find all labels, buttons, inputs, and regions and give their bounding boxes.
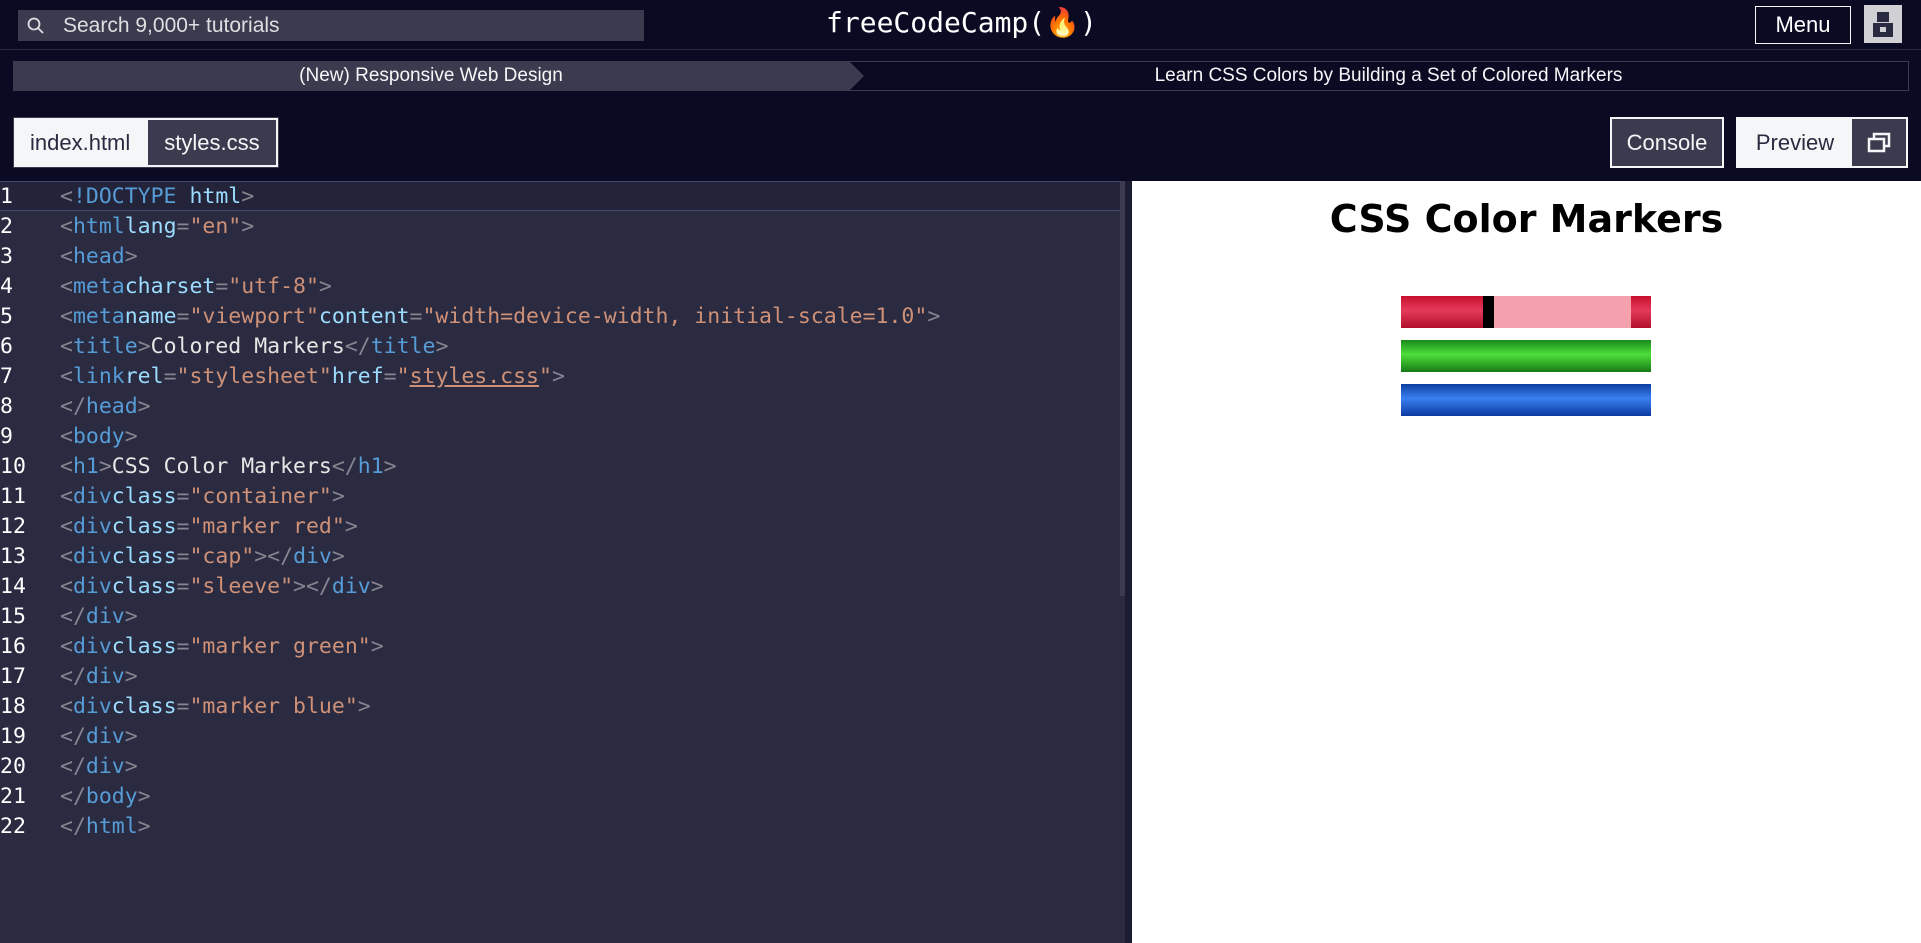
code-line[interactable]: 11 < div class = "container" > bbox=[0, 481, 1125, 511]
search-input[interactable] bbox=[63, 13, 623, 38]
marker-blue bbox=[1401, 384, 1651, 416]
tab-styles-css[interactable]: styles.css bbox=[146, 118, 278, 167]
marker-green bbox=[1401, 340, 1651, 372]
line-number: 7 bbox=[0, 363, 13, 389]
preview-pane: CSS Color Markers bbox=[1132, 181, 1921, 943]
user-avatar-icon bbox=[1873, 12, 1893, 37]
line-number: 18 bbox=[0, 693, 26, 719]
menu-button[interactable]: Menu bbox=[1755, 6, 1851, 44]
line-number: 20 bbox=[0, 753, 26, 779]
search-icon bbox=[27, 17, 44, 34]
marker-red bbox=[1401, 296, 1651, 328]
line-number: 19 bbox=[0, 723, 26, 749]
line-number: 2 bbox=[0, 213, 13, 239]
code-line[interactable]: 6 < title > Colored Markers </title > bbox=[0, 331, 1125, 361]
line-number: 10 bbox=[0, 453, 26, 479]
search-box[interactable] bbox=[18, 10, 644, 41]
marker-sleeve bbox=[1494, 296, 1631, 328]
pane-divider[interactable] bbox=[1125, 181, 1132, 943]
line-number: 5 bbox=[0, 303, 13, 329]
code-line[interactable]: 19 </div > bbox=[0, 721, 1125, 751]
code-line[interactable]: 13 < div class = "cap" ></div > bbox=[0, 541, 1125, 571]
marker-cap bbox=[1483, 296, 1494, 328]
line-number: 21 bbox=[0, 783, 26, 809]
breadcrumb: (New) Responsive Web Design Learn CSS Co… bbox=[13, 61, 1909, 91]
preview-controls: Preview bbox=[1736, 117, 1908, 168]
code-line[interactable]: 21 </body > bbox=[0, 781, 1125, 811]
line-number: 1 bbox=[0, 183, 13, 209]
line-number: 13 bbox=[0, 543, 26, 569]
code-line[interactable]: 14 < div class = "sleeve" ></div > bbox=[0, 571, 1125, 601]
code-line[interactable]: 4 < meta charset = "utf-8" > bbox=[0, 271, 1125, 301]
breadcrumb-project[interactable]: Learn CSS Colors by Building a Set of Co… bbox=[849, 61, 1909, 91]
line-number: 8 bbox=[0, 393, 13, 419]
preview-button[interactable]: Preview bbox=[1738, 119, 1852, 166]
preview-heading: CSS Color Markers bbox=[1329, 197, 1724, 241]
line-number: 6 bbox=[0, 333, 13, 359]
code-line[interactable]: 16 < div class = "marker green" > bbox=[0, 631, 1125, 661]
line-number: 11 bbox=[0, 483, 26, 509]
window-popout-icon bbox=[1867, 132, 1891, 152]
line-number: 17 bbox=[0, 663, 26, 689]
code-line[interactable]: 3 < head > bbox=[0, 241, 1125, 271]
line-number: 12 bbox=[0, 513, 26, 539]
code-line[interactable]: 17 </div > bbox=[0, 661, 1125, 691]
line-number: 14 bbox=[0, 573, 26, 599]
code-line[interactable]: 8 </head > bbox=[0, 391, 1125, 421]
code-line[interactable]: 2 < html lang = "en" > bbox=[0, 211, 1125, 241]
line-number: 9 bbox=[0, 423, 13, 449]
line-number: 16 bbox=[0, 633, 26, 659]
code-editor[interactable]: 1 < !DOCTYPE html > 2 < html lang = "en" > 3 < he… bbox=[0, 181, 1125, 943]
line-number: 15 bbox=[0, 603, 26, 629]
code-line[interactable]: 12 < div class = "marker red" > bbox=[0, 511, 1125, 541]
top-navbar: freeCodeCamp(🔥) Menu bbox=[0, 0, 1921, 50]
code-line[interactable]: 18 < div class = "marker blue" > bbox=[0, 691, 1125, 721]
code-line[interactable]: 22 </html > bbox=[0, 811, 1125, 841]
code-line[interactable]: 7 < link rel = "stylesheet" href = "styles.cs… bbox=[0, 361, 1125, 391]
tab-index-html[interactable]: index.html bbox=[14, 118, 147, 167]
code-line[interactable]: 5 < meta name = "viewport" content = "width=d… bbox=[0, 301, 1125, 331]
file-tabs: index.html styles.css bbox=[13, 117, 279, 168]
console-button[interactable]: Console bbox=[1610, 117, 1724, 168]
code-line[interactable]: 15 </div > bbox=[0, 601, 1125, 631]
code-line[interactable]: 9 < body > bbox=[0, 421, 1125, 451]
freecodecamp-logo[interactable]: freeCodeCamp(🔥) bbox=[826, 6, 1097, 39]
line-number: 3 bbox=[0, 243, 13, 269]
line-number: 22 bbox=[0, 813, 26, 839]
avatar[interactable] bbox=[1864, 5, 1902, 43]
popout-preview-button[interactable] bbox=[1852, 119, 1906, 166]
line-number: 4 bbox=[0, 273, 13, 299]
code-line[interactable]: 1 < !DOCTYPE html > bbox=[0, 181, 1125, 211]
code-line[interactable]: 20 </div > bbox=[0, 751, 1125, 781]
code-line[interactable]: 10 < h1 > CSS Color Markers </h1 > bbox=[0, 451, 1125, 481]
breadcrumb-course[interactable]: (New) Responsive Web Design bbox=[13, 61, 864, 91]
